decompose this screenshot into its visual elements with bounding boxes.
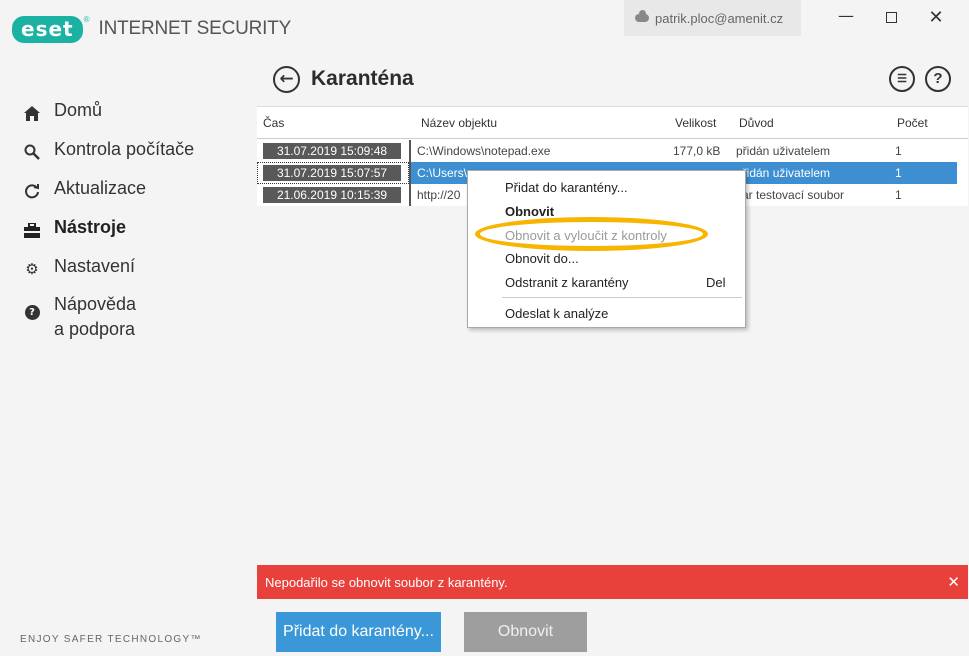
column-header-reason[interactable]: Důvod bbox=[739, 116, 774, 130]
sidebar-item-tools[interactable]: Nástroje bbox=[0, 217, 250, 256]
account-email: patrik.ploc@amenit.cz bbox=[655, 10, 784, 26]
table-header: Čas Název objektu Velikost Důvod Počet bbox=[257, 106, 968, 139]
logo-mark: eset bbox=[12, 15, 83, 43]
column-divider bbox=[409, 184, 411, 206]
list-view-button[interactable]: ☰ bbox=[889, 66, 915, 92]
toolbox-icon bbox=[23, 221, 41, 239]
sidebar-item-label: Kontrola počítače bbox=[54, 139, 195, 159]
sidebar-item-help[interactable]: ? Nápověda a podpora bbox=[0, 292, 250, 355]
help-label-line2: a podpora bbox=[54, 319, 136, 339]
row-time: 31.07.2019 15:09:48 bbox=[263, 143, 401, 159]
column-divider bbox=[409, 140, 411, 162]
menu-item-restore-and-exclude[interactable]: Obnovit a vyloučit z kontroly bbox=[505, 228, 667, 243]
sidebar-item-update[interactable]: Aktualizace bbox=[0, 178, 250, 217]
menu-separator bbox=[502, 297, 742, 298]
context-menu: Přidat do karantény... Obnovit Obnovit a… bbox=[467, 170, 746, 328]
row-object: C:\Windows\notepad.exe bbox=[417, 144, 551, 158]
table-row[interactable]: 31.07.2019 15:09:48 C:\Windows\notepad.e… bbox=[257, 140, 957, 162]
help-label-line1: Nápověda bbox=[54, 294, 137, 314]
menu-item-add-to-quarantine[interactable]: Přidat do karantény... bbox=[505, 180, 628, 195]
sidebar-item-label: Domů bbox=[54, 100, 103, 120]
minimize-button[interactable]: — bbox=[834, 5, 858, 27]
column-divider bbox=[409, 162, 411, 184]
sidebar-item-label: Nastavení bbox=[54, 256, 136, 276]
column-header-object[interactable]: Název objektu bbox=[421, 116, 497, 130]
sidebar-item-label: Nástroje bbox=[54, 217, 127, 237]
menu-item-restore-to[interactable]: Obnovit do... bbox=[505, 251, 579, 266]
row-size: 177,0 kB bbox=[673, 144, 721, 158]
sidebar-item-label: Aktualizace bbox=[54, 178, 147, 198]
cloud-icon bbox=[635, 10, 649, 22]
row-object: http://20 bbox=[417, 188, 461, 202]
row-time: 31.07.2019 15:07:57 bbox=[263, 165, 401, 181]
trademark-mark: ® bbox=[83, 14, 90, 24]
add-to-quarantine-button[interactable]: Přidat do karantény... bbox=[276, 612, 441, 652]
menu-item-delete[interactable]: Odstranit z karantény bbox=[505, 275, 629, 290]
error-notification: Nepodařilo se obnovit soubor z karantény… bbox=[257, 565, 968, 599]
menu-item-restore[interactable]: Obnovit bbox=[505, 204, 554, 219]
close-window-button[interactable]: ✕ bbox=[924, 7, 948, 29]
sidebar-item-scan[interactable]: Kontrola počítače bbox=[0, 139, 250, 178]
eset-logo: eset ® INTERNET SECURITY bbox=[12, 14, 291, 44]
help-icon: ? bbox=[23, 303, 41, 321]
tagline: ENJOY SAFER TECHNOLOGY™ bbox=[20, 634, 202, 645]
refresh-icon bbox=[23, 182, 41, 200]
column-header-time[interactable]: Čas bbox=[263, 116, 284, 130]
home-icon bbox=[23, 104, 41, 122]
row-count: 1 bbox=[895, 188, 902, 202]
maximize-button[interactable] bbox=[879, 7, 903, 29]
search-icon bbox=[23, 143, 41, 161]
sidebar-item-home[interactable]: Domů bbox=[0, 100, 250, 139]
help-button[interactable]: ? bbox=[925, 66, 951, 92]
page-title: Karanténa bbox=[311, 67, 414, 90]
column-header-count[interactable]: Počet bbox=[897, 116, 928, 130]
menu-item-delete-shortcut: Del bbox=[706, 275, 726, 290]
row-reason: přidán uživatelem bbox=[736, 144, 831, 158]
account-badge[interactable]: patrik.ploc@amenit.cz bbox=[624, 0, 801, 36]
row-reason: přidán uživatelem bbox=[736, 166, 831, 180]
sidebar-item-label: Nápověda a podpora bbox=[54, 292, 136, 342]
close-icon[interactable]: ✕ bbox=[947, 573, 960, 591]
gear-icon: ⚙ bbox=[25, 260, 39, 278]
back-button[interactable]: ← bbox=[273, 66, 300, 93]
row-reason: car testovací soubor bbox=[736, 188, 845, 202]
error-message: Nepodařilo se obnovit soubor z karantény… bbox=[265, 574, 508, 590]
row-time: 21.06.2019 10:15:39 bbox=[263, 187, 401, 203]
restore-button[interactable]: Obnovit bbox=[464, 612, 587, 652]
product-name: INTERNET SECURITY bbox=[98, 18, 292, 39]
column-header-size[interactable]: Velikost bbox=[675, 116, 716, 130]
sidebar: Domů Kontrola počítače Aktualizace Nástr… bbox=[0, 100, 250, 355]
row-object: C:\Users\ bbox=[417, 166, 468, 180]
menu-item-submit-for-analysis[interactable]: Odeslat k analýze bbox=[505, 306, 608, 321]
row-count: 1 bbox=[895, 166, 902, 180]
row-count: 1 bbox=[895, 144, 902, 158]
sidebar-item-settings[interactable]: ⚙ Nastavení bbox=[0, 256, 250, 295]
maximize-icon bbox=[885, 12, 897, 23]
